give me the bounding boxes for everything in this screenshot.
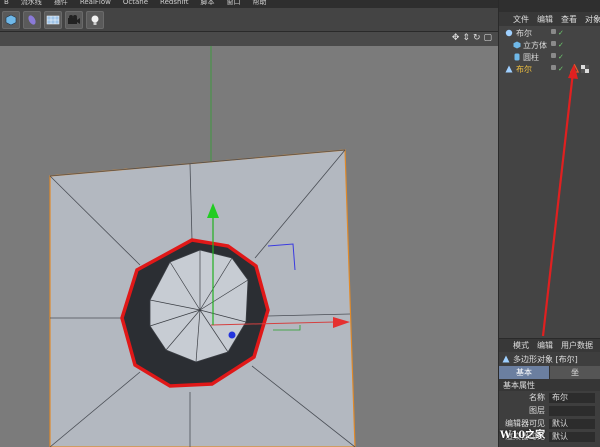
field-layer: 图层 [499, 404, 600, 417]
menu-item-script[interactable]: 脚本 [200, 0, 214, 8]
move-view-icon[interactable]: ✥ [452, 33, 460, 43]
attribute-manager-menu: 模式 编辑 用户数据 [499, 339, 600, 352]
main-menubar: B 流水线 插件 RealFlow Octane Redshift 脚本 窗口 … [0, 0, 498, 8]
field-name-label: 名称 [529, 393, 545, 402]
field-layer-label: 图层 [529, 406, 545, 415]
grid-icon[interactable] [44, 10, 62, 29]
cube-icon[interactable] [2, 10, 20, 29]
watermark: W10之家 [500, 430, 546, 441]
attribute-title-text: 多边形对象 [布尔] [513, 354, 578, 364]
3d-viewport[interactable] [0, 46, 498, 447]
menu-item-realflow[interactable]: RealFlow [80, 0, 111, 8]
attribute-tabs: 基本 坐 [499, 366, 600, 379]
section-basic-properties: 基本属性 [499, 379, 600, 391]
tab-coord[interactable]: 坐 [550, 366, 600, 379]
deformer-icon[interactable] [23, 10, 41, 29]
menu-item-plugins[interactable]: 插件 [54, 0, 68, 8]
menu-item[interactable]: B [4, 0, 9, 8]
zoom-view-icon[interactable]: ⇕ [462, 33, 470, 43]
am-menu-mode[interactable]: 模式 [513, 340, 529, 351]
layer-input[interactable] [549, 405, 595, 416]
render-visible-select[interactable]: 默认 [549, 431, 595, 442]
am-menu-userdata[interactable]: 用户数据 [561, 340, 593, 351]
menu-item-help[interactable]: 帮助 [252, 0, 266, 8]
menu-item-octane[interactable]: Octane [123, 0, 148, 8]
camera-icon[interactable] [65, 10, 83, 29]
am-menu-edit[interactable]: 编辑 [537, 340, 553, 351]
viewport-scene [49, 46, 356, 447]
attribute-title: 多边形对象 [布尔] [499, 352, 600, 366]
tab-basic[interactable]: 基本 [499, 366, 550, 379]
menu-item-pipeline[interactable]: 流水线 [21, 0, 42, 8]
toolbar [0, 8, 498, 32]
rotate-view-icon[interactable]: ↻ [473, 33, 481, 43]
z-axis-handle [228, 331, 236, 339]
editor-visible-select[interactable]: 默认 [549, 418, 595, 429]
viewport-header: ✥ ⇕ ↻ ▢ [0, 32, 498, 46]
menu-item-redshift[interactable]: Redshift [160, 0, 188, 8]
maximize-view-icon[interactable]: ▢ [483, 33, 492, 43]
polygon-object-icon [502, 355, 510, 365]
light-icon[interactable] [86, 10, 104, 29]
field-name: 名称 布尔 [499, 391, 600, 404]
name-input[interactable]: 布尔 [549, 392, 595, 403]
menu-item-window[interactable]: 窗口 [226, 0, 240, 8]
right-panel: 文件 编辑 查看 对象 布尔 ✓ 立方体 ✓ 圆柱 ✓ 布尔 ✓ 模式 编辑 用… [498, 0, 600, 447]
